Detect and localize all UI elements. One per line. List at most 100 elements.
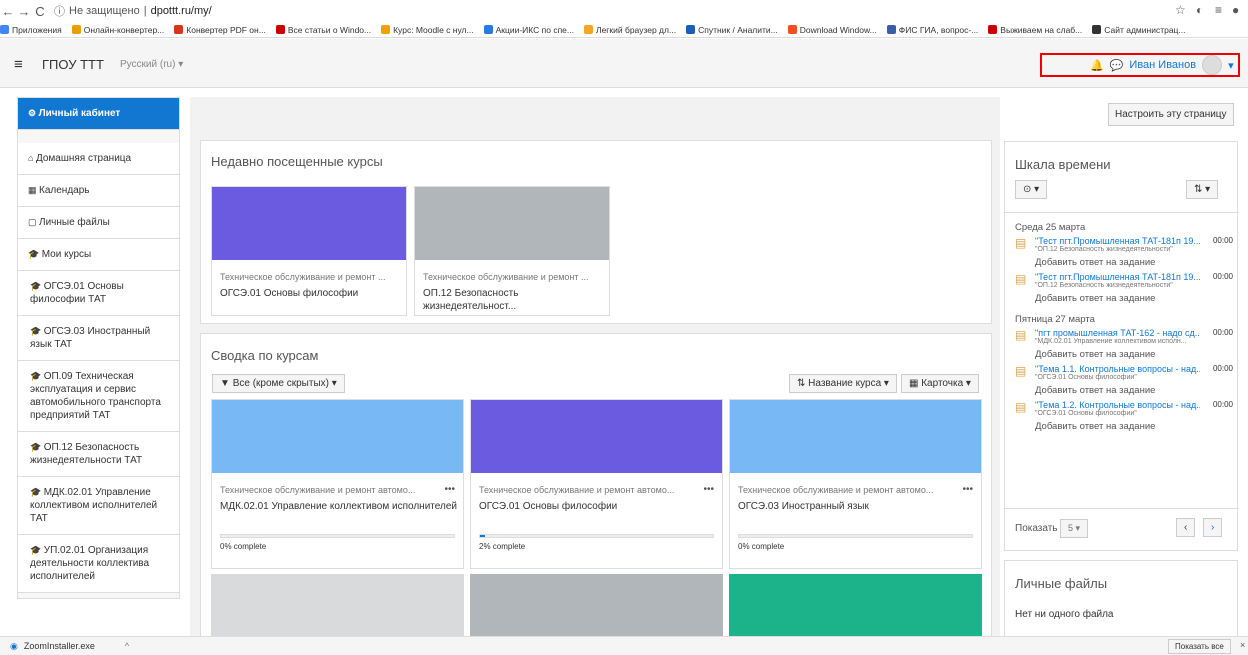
more-options-icon[interactable]: ••• bbox=[962, 484, 973, 495]
course-name[interactable]: ОГСЭ.03 Иностранный язык bbox=[738, 500, 981, 526]
bookmark-item[interactable]: Легкий браузер дл... bbox=[583, 25, 676, 35]
message-icon[interactable]: 💬 bbox=[1110, 59, 1124, 72]
course-category-text: Техническое обслуживание и ремонт автомо… bbox=[479, 485, 675, 495]
avatar[interactable] bbox=[1202, 55, 1223, 75]
bookmark-item[interactable]: Приложения bbox=[0, 25, 62, 35]
bookmark-favicon-icon bbox=[381, 25, 391, 34]
recent-courses-title: Недавно посещенные курсы bbox=[211, 154, 383, 169]
address-bar[interactable]: ⓘ Не защищено | dpottt.ru/my/ bbox=[54, 3, 212, 19]
event-title[interactable]: "Тест пгт.Промышленная ТАТ-181п 19... bbox=[1035, 236, 1200, 246]
sidebar-item[interactable]: 🎓 ОП.09 Техническая эксплуатация и серви… bbox=[18, 361, 179, 432]
sidebar-item[interactable]: ⌂ Домашняя страница bbox=[18, 143, 179, 175]
bookmark-item[interactable]: Спутник / Аналити... bbox=[686, 25, 778, 35]
timeline-sort-dropdown[interactable]: ⇅ ▾ bbox=[1186, 180, 1219, 199]
bookmark-label: Приложения bbox=[12, 24, 62, 35]
sort-dropdown[interactable]: ⇅ Название курса ▾ bbox=[789, 374, 897, 393]
private-files-block: Личные файлы Нет ни одного файла bbox=[1004, 560, 1238, 640]
view-dropdown[interactable]: ▦ Карточка ▾ bbox=[901, 374, 979, 393]
chevron-up-icon[interactable]: ^ bbox=[125, 641, 129, 651]
filter-dropdown[interactable]: ▼ Все (кроме скрытых) ▾ bbox=[212, 374, 345, 393]
hamburger-icon[interactable]: ≡ bbox=[14, 56, 23, 73]
bookmark-item[interactable]: Download Window... bbox=[787, 25, 877, 35]
overview-course-card[interactable]: Техническое обслуживание и ремонт автомо… bbox=[470, 399, 723, 569]
bookmark-item[interactable]: Акции-ИКС по спе... bbox=[483, 25, 574, 35]
bookmark-item[interactable]: Все статьи о Windo... bbox=[275, 25, 371, 35]
add-submission-link[interactable]: Добавить ответ на задание bbox=[1035, 257, 1233, 268]
event-title[interactable]: "пгт промышленная ТАТ-162 - надо сд... bbox=[1035, 328, 1200, 338]
add-submission-link[interactable]: Добавить ответ на задание bbox=[1035, 293, 1233, 304]
bookmark-label: Выживаем на слаб... bbox=[1000, 24, 1083, 35]
sidebar-item[interactable]: ⚙ Личный кабинет bbox=[18, 98, 179, 130]
bookmark-item[interactable]: Курс: Moodle с нул... bbox=[381, 25, 474, 35]
chevron-down-icon[interactable]: ▾ bbox=[1228, 59, 1234, 72]
overview-title: Сводка по курсам bbox=[211, 348, 319, 363]
graduation-cap-icon: 🎓 bbox=[30, 371, 44, 381]
bookmark-item[interactable]: Конвертер PDF он... bbox=[174, 25, 266, 35]
user-menu[interactable]: 🔔 💬 Иван Иванов ▾ bbox=[1040, 53, 1240, 77]
event-time: 00:00 bbox=[1212, 328, 1233, 337]
prev-page-button[interactable]: ‹ bbox=[1176, 518, 1196, 537]
site-name[interactable]: ГПОУ ТТТ bbox=[42, 57, 104, 72]
info-icon: ⓘ bbox=[54, 6, 65, 18]
bookmark-item[interactable]: ФИС ГИА, вопрос-... bbox=[886, 25, 978, 35]
download-file[interactable]: ZoomInstaller.exe bbox=[24, 641, 95, 651]
overview-course-card[interactable]: Техническое обслуживание и ремонт автомо… bbox=[729, 399, 982, 569]
overview-course-image[interactable] bbox=[729, 574, 982, 644]
forward-icon[interactable]: → bbox=[16, 4, 32, 19]
extension-icon[interactable]: ◐ bbox=[1196, 3, 1203, 17]
add-submission-link[interactable]: Добавить ответ на задание bbox=[1035, 385, 1233, 396]
customize-page-button[interactable]: Настроить эту страницу bbox=[1108, 103, 1234, 126]
star-icon[interactable]: ☆ bbox=[1175, 3, 1186, 17]
course-image bbox=[415, 187, 609, 260]
sidebar-item[interactable]: ▦ Календарь bbox=[18, 175, 179, 207]
more-options-icon[interactable]: ••• bbox=[444, 484, 455, 495]
course-name[interactable]: МДК.02.01 Управление коллективом исполни… bbox=[220, 500, 463, 526]
progress-fill bbox=[480, 535, 485, 537]
sidebar-item[interactable]: 🎓 ОГСЭ.01 Основы философии ТАТ bbox=[18, 271, 179, 316]
more-options-icon[interactable]: ••• bbox=[703, 484, 714, 495]
language-menu[interactable]: Русский (ru) ▾ bbox=[120, 59, 183, 70]
sidebar-item[interactable]: 🎓 УП.02.01 Организация деятельности колл… bbox=[18, 535, 179, 593]
next-page-button[interactable]: › bbox=[1203, 518, 1223, 537]
course-image bbox=[471, 400, 722, 473]
overview-course-card[interactable]: Техническое обслуживание и ремонт автомо… bbox=[211, 399, 464, 569]
sidebar-item[interactable]: 🎓 Мои курсы bbox=[18, 239, 179, 271]
sidebar-item-label: Мои курсы bbox=[41, 249, 92, 260]
timeline-date: Среда 25 марта bbox=[1015, 222, 1086, 233]
reading-list-icon[interactable]: ≡ bbox=[1215, 3, 1222, 17]
overview-course-image[interactable] bbox=[211, 574, 464, 644]
bookmark-item[interactable]: Онлайн-конвертер... bbox=[71, 25, 164, 35]
recent-course-card[interactable]: Техническое обслуживание и ремонт ... ОП.… bbox=[414, 186, 610, 316]
course-name[interactable]: ОГСЭ.01 Основы философии bbox=[479, 500, 722, 526]
bookmark-favicon-icon bbox=[787, 25, 797, 34]
sidebar: ⚙ Личный кабинет ⌂ Домашняя страница ▦ Кал… bbox=[17, 97, 180, 599]
show-count-dropdown[interactable]: 5 ▾ bbox=[1060, 519, 1089, 538]
recent-course-card[interactable]: Техническое обслуживание и ремонт ... ОГС… bbox=[211, 186, 407, 316]
sidebar-item[interactable]: 🎓 ОГСЭ.03 Иностранный язык ТАТ bbox=[18, 316, 179, 361]
sidebar-item[interactable]: 🎓 МДК.02.01 Управление коллективом испол… bbox=[18, 477, 179, 535]
calendar-icon: ▦ bbox=[28, 185, 40, 195]
timeline-filter-dropdown[interactable]: ⊙ ▾ bbox=[1015, 180, 1048, 199]
bookmark-item[interactable]: Выживаем на слаб... bbox=[988, 25, 1082, 35]
sidebar-item[interactable]: 🎓 ОП.12 Безопасность жизнедеятельности Т… bbox=[18, 432, 179, 477]
filter-label: Все (кроме скрытых) bbox=[232, 378, 329, 389]
course-name[interactable]: ОП.12 Безопасность жизнедеятельност... bbox=[423, 287, 609, 313]
overview-course-image[interactable] bbox=[470, 574, 723, 644]
sidebar-item[interactable]: ▢ Личные файлы bbox=[18, 207, 179, 239]
bookmark-item[interactable]: Сайт администрац... bbox=[1092, 25, 1186, 35]
event-title[interactable]: "Тема 1.2. Контрольные вопросы - над... bbox=[1035, 400, 1200, 410]
reload-icon[interactable]: C bbox=[32, 4, 48, 19]
add-submission-link[interactable]: Добавить ответ на задание bbox=[1035, 349, 1233, 360]
event-title[interactable]: "Тест пгт.Промышленная ТАТ-181п 19... bbox=[1035, 272, 1200, 282]
back-icon[interactable]: ← bbox=[0, 4, 16, 19]
bell-icon[interactable]: 🔔 bbox=[1090, 59, 1104, 72]
add-submission-link[interactable]: Добавить ответ на задание bbox=[1035, 421, 1233, 432]
course-category: Техническое обслуживание и ремонт ... bbox=[220, 272, 386, 282]
event-title[interactable]: "Тема 1.1. Контрольные вопросы - над... bbox=[1035, 364, 1200, 374]
close-icon[interactable]: × bbox=[1240, 640, 1245, 650]
course-name[interactable]: ОГСЭ.01 Основы философии bbox=[220, 287, 406, 300]
user-name[interactable]: Иван Иванов bbox=[1129, 59, 1196, 71]
course-category: Техническое обслуживание и ремонт автомо… bbox=[738, 485, 981, 495]
profile-icon[interactable]: ● bbox=[1232, 3, 1239, 17]
show-all-downloads-button[interactable]: Показать все bbox=[1168, 639, 1231, 654]
